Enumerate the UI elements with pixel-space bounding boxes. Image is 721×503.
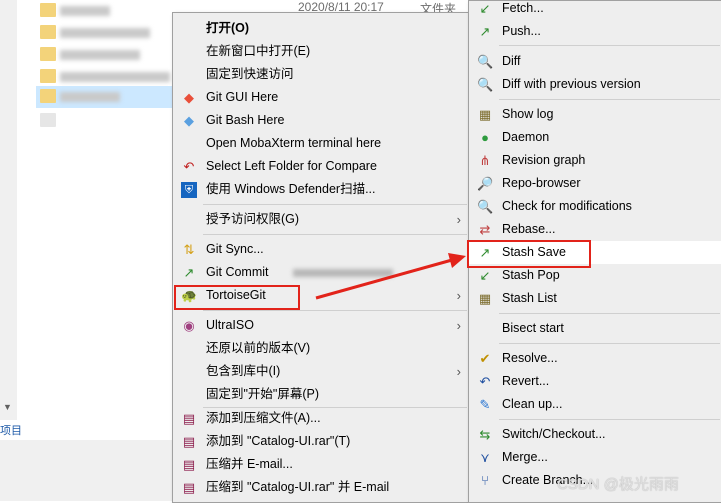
arrow-shaft bbox=[315, 258, 453, 300]
arrow-head bbox=[448, 253, 466, 268]
watermark: CSDN @极光雨雨 bbox=[557, 476, 679, 493]
annotation-arrow bbox=[315, 253, 466, 300]
